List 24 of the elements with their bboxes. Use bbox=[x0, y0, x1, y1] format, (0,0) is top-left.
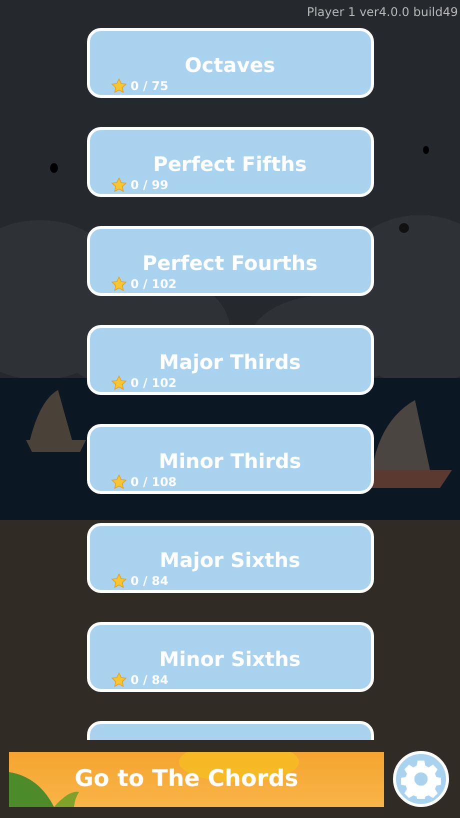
star-icon bbox=[110, 573, 126, 589]
level-card[interactable]: Major Sixths 0 / 84 bbox=[86, 523, 374, 593]
level-card[interactable]: Minor Thirds 0 / 108 bbox=[86, 424, 374, 494]
score-count: 0 / 84 bbox=[130, 574, 168, 588]
star-icon bbox=[110, 375, 126, 391]
version-label: Player 1 ver4.0.0 build49 bbox=[306, 5, 458, 19]
level-card[interactable]: Major Thirds 0 / 102 bbox=[86, 325, 374, 395]
level-card[interactable]: Octaves 0 / 75 bbox=[86, 28, 374, 98]
star-icon bbox=[110, 672, 126, 688]
level-card[interactable]: Minor Sixths 0 / 84 bbox=[86, 622, 374, 692]
score-count: 0 / 75 bbox=[130, 79, 168, 93]
score-count: 0 / 84 bbox=[130, 673, 168, 687]
level-card[interactable]: Perfect Fifths 0 / 99 bbox=[86, 127, 374, 197]
score-count: 0 / 99 bbox=[130, 178, 168, 192]
level-card[interactable]: Perfect Fourths 0 / 102 bbox=[86, 226, 374, 296]
star-icon bbox=[110, 474, 126, 490]
star-icon bbox=[110, 276, 126, 292]
star-icon bbox=[110, 78, 126, 94]
star-icon bbox=[110, 177, 126, 193]
score-count: 0 / 102 bbox=[130, 277, 177, 291]
score-count: 0 / 102 bbox=[130, 376, 177, 390]
chords-button[interactable]: Go to The Chords bbox=[9, 752, 384, 806]
score-count: 0 / 108 bbox=[130, 475, 177, 489]
settings-icon bbox=[401, 759, 441, 799]
